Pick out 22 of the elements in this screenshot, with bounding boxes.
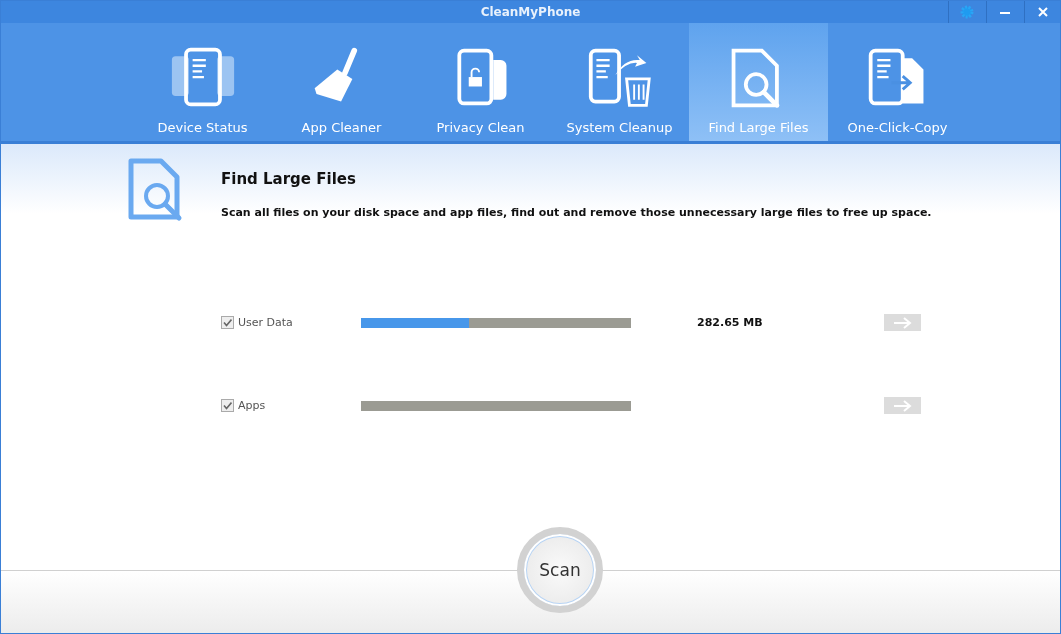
toolbar-tab[interactable]: Device Status xyxy=(133,23,272,141)
open-details-button[interactable] xyxy=(884,397,921,414)
toolbar-tab[interactable]: One-Click-Copy xyxy=(828,23,967,141)
window-title: CleanMyPhone xyxy=(480,5,581,19)
check-icon xyxy=(223,318,232,327)
close-icon xyxy=(1036,6,1049,18)
gear-icon xyxy=(959,5,974,19)
tab-icon xyxy=(586,46,653,110)
arrow-right-icon xyxy=(891,316,914,329)
scan-button[interactable]: Scan xyxy=(517,527,603,613)
open-details-button[interactable] xyxy=(884,314,921,331)
toolbar-tab[interactable]: System Cleanup xyxy=(550,23,689,141)
page-title: Find Large Files xyxy=(221,170,357,188)
page-description: Scan all files on your disk space and app files, find out and remove those unnecessary large files to free up space. xyxy=(221,206,932,219)
size-value: 282.65 MB xyxy=(697,316,763,329)
category-checkbox[interactable]: Apps xyxy=(221,399,361,412)
toolbar-tab[interactable]: App Cleaner xyxy=(272,23,411,141)
check-icon xyxy=(223,401,232,410)
category-checkbox[interactable]: User Data xyxy=(221,316,361,329)
toolbar-tab[interactable]: Find Large Files xyxy=(689,23,828,141)
arrow-right-icon xyxy=(891,399,914,412)
toolbar-tab[interactable]: Privacy Clean xyxy=(411,23,550,141)
